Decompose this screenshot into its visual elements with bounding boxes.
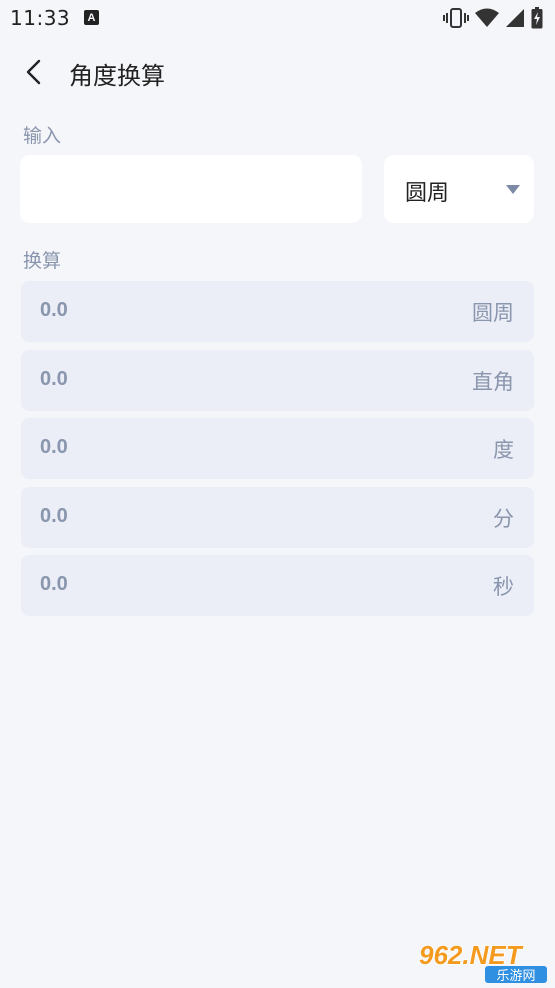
vibrate-icon bbox=[443, 8, 469, 28]
result-unit: 秒 bbox=[493, 575, 514, 599]
result-row-second[interactable]: 0.0 秒 bbox=[21, 555, 534, 616]
battery-charging-icon bbox=[531, 7, 543, 29]
angle-input[interactable] bbox=[20, 155, 362, 223]
unit-select[interactable]: 圆周 bbox=[384, 155, 534, 223]
result-unit: 度 bbox=[493, 438, 514, 462]
signal-icon bbox=[506, 9, 524, 27]
watermark-sub-text: 乐游网 bbox=[496, 969, 535, 984]
status-time: 11:33 bbox=[10, 6, 71, 30]
result-value: 0.0 bbox=[40, 436, 68, 458]
unit-select-value: 圆周 bbox=[405, 181, 450, 206]
back-button[interactable] bbox=[18, 56, 50, 88]
chevron-left-icon bbox=[26, 59, 41, 85]
input-section-label: 输入 bbox=[23, 125, 62, 147]
watermark-main-text: 962.NET bbox=[419, 940, 524, 970]
result-row-right-angle[interactable]: 0.0 直角 bbox=[21, 349, 534, 411]
result-row-minute[interactable]: 0.0 分 bbox=[21, 486, 534, 548]
result-value: 0.0 bbox=[40, 299, 68, 321]
dropdown-caret-icon bbox=[506, 185, 520, 194]
status-icons bbox=[443, 7, 543, 29]
result-value: 0.0 bbox=[40, 367, 68, 390]
notification-letter: A bbox=[87, 11, 96, 24]
result-value: 0.0 bbox=[40, 504, 68, 527]
status-bar: 11:33 A bbox=[0, 0, 555, 38]
result-row-degree[interactable]: 0.0 度 bbox=[21, 418, 534, 479]
result-value: 0.0 bbox=[40, 573, 68, 595]
wifi-icon bbox=[475, 8, 499, 27]
page-title: 角度换算 bbox=[69, 62, 165, 90]
app-header: 角度换算 bbox=[0, 52, 555, 92]
notification-a-icon: A bbox=[84, 10, 99, 25]
conversion-results: 0.0 圆周 0.0 直角 0.0 度 0.0 分 0.0 秒 bbox=[21, 281, 534, 624]
result-unit: 直角 bbox=[472, 369, 514, 394]
result-unit: 圆周 bbox=[472, 301, 514, 325]
watermark-logo: 962.NET 乐游网 bbox=[418, 939, 547, 984]
result-row-circle[interactable]: 0.0 圆周 bbox=[21, 281, 534, 342]
result-unit: 分 bbox=[493, 506, 514, 531]
conversion-section-label: 换算 bbox=[23, 250, 62, 272]
